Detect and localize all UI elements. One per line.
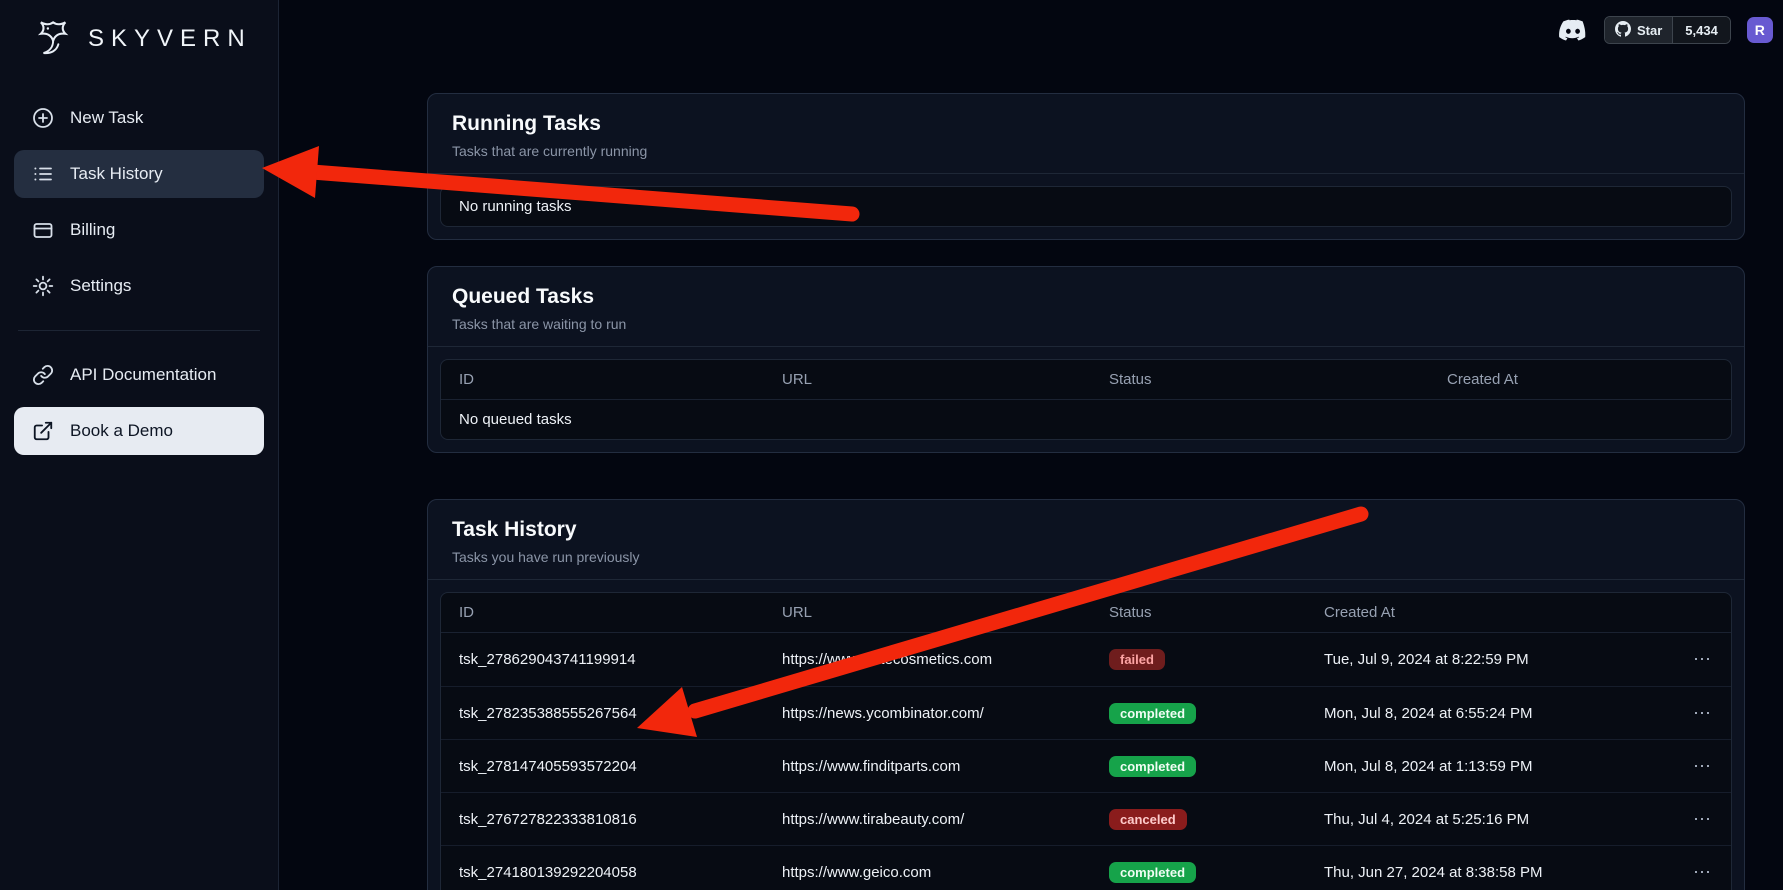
status-badge: completed: [1109, 862, 1196, 883]
running-tasks-header: Running Tasks Tasks that are currently r…: [428, 94, 1744, 174]
sidebar-item-label: Settings: [70, 276, 131, 296]
card-subtitle: Tasks that are waiting to run: [452, 316, 1720, 332]
logo-text: SKYVERN: [88, 25, 252, 53]
sidebar-item-api-documentation[interactable]: API Documentation: [14, 351, 264, 399]
task-id-cell: tsk_278629043741199914: [441, 651, 764, 668]
task-id-cell: tsk_278235388555267564: [441, 705, 764, 722]
github-star-button[interactable]: Star: [1605, 17, 1672, 43]
external-link-icon: [32, 420, 54, 442]
card-title: Queued Tasks: [452, 285, 1720, 309]
task-history-table: ID URL Status Created At tsk_27862904374…: [440, 592, 1732, 890]
avatar[interactable]: R: [1747, 17, 1773, 43]
task-created-cell: Thu, Jul 4, 2024 at 5:25:16 PM: [1306, 811, 1667, 828]
link-icon: [32, 364, 54, 386]
status-badge: completed: [1109, 703, 1196, 724]
column-header-created-at: Created At: [1429, 371, 1731, 388]
topbar: Star 5,434 R S: [1558, 16, 1783, 44]
skyvern-logo-icon: [32, 18, 76, 60]
table-header-row: ID URL Status Created At: [441, 360, 1731, 400]
empty-state: No queued tasks: [441, 400, 1731, 439]
sidebar-item-label: Billing: [70, 220, 115, 240]
task-history-card: Task History Tasks you have run previous…: [427, 499, 1745, 890]
row-menu-button[interactable]: ⋯: [1693, 650, 1713, 668]
credit-card-icon: [32, 219, 54, 241]
card-title: Running Tasks: [452, 112, 1720, 136]
sidebar-item-task-history[interactable]: Task History: [14, 150, 264, 198]
task-id-cell: tsk_278147405593572204: [441, 758, 764, 775]
table-row[interactable]: tsk_274180139292204058 https://www.geico…: [441, 845, 1731, 890]
card-title: Task History: [452, 518, 1720, 542]
card-subtitle: Tasks that are currently running: [452, 143, 1720, 159]
sidebar-secondary-nav: API Documentation Book a Demo: [14, 351, 264, 455]
task-created-cell: Mon, Jul 8, 2024 at 1:13:59 PM: [1306, 758, 1667, 775]
logo[interactable]: SKYVERN: [14, 14, 264, 64]
github-star-widget[interactable]: Star 5,434: [1604, 16, 1731, 44]
main-content: Running Tasks Tasks that are currently r…: [280, 0, 1783, 890]
task-url-cell: https://www.tartecosmetics.com: [764, 651, 1091, 668]
task-created-cell: Tue, Jul 9, 2024 at 8:22:59 PM: [1306, 651, 1667, 668]
sidebar: SKYVERN New Task Task History: [0, 0, 279, 890]
row-menu-button[interactable]: ⋯: [1693, 757, 1713, 775]
queued-tasks-table: ID URL Status Created At No queued tasks: [440, 359, 1732, 440]
column-header-url: URL: [764, 371, 1091, 388]
queued-tasks-card: Queued Tasks Tasks that are waiting to r…: [427, 266, 1745, 453]
table-row[interactable]: tsk_278235388555267564 https://news.ycom…: [441, 686, 1731, 739]
running-tasks-table: No running tasks: [440, 186, 1732, 227]
discord-icon[interactable]: [1558, 19, 1588, 41]
card-subtitle: Tasks you have run previously: [452, 549, 1720, 565]
row-menu-button[interactable]: ⋯: [1693, 810, 1713, 828]
task-url-cell: https://www.finditparts.com: [764, 758, 1091, 775]
row-menu-button[interactable]: ⋯: [1693, 863, 1713, 881]
column-header-url: URL: [764, 604, 1091, 621]
status-badge: canceled: [1109, 809, 1187, 830]
sidebar-item-label: API Documentation: [70, 365, 216, 385]
github-icon: [1615, 21, 1631, 40]
sidebar-item-label: Task History: [70, 164, 163, 184]
table-row[interactable]: tsk_278629043741199914 https://www.tarte…: [441, 633, 1731, 686]
gear-icon: [32, 275, 54, 297]
plus-circle-icon: [32, 107, 54, 129]
sidebar-item-label: New Task: [70, 108, 143, 128]
github-star-label: Star: [1637, 23, 1662, 38]
column-header-status: Status: [1091, 371, 1429, 388]
status-badge: failed: [1109, 649, 1165, 670]
empty-state: No running tasks: [441, 187, 1731, 226]
status-badge: completed: [1109, 756, 1196, 777]
sidebar-item-settings[interactable]: Settings: [14, 262, 264, 310]
list-icon: [32, 163, 54, 185]
sidebar-divider: [18, 330, 260, 331]
table-row[interactable]: tsk_278147405593572204 https://www.findi…: [441, 739, 1731, 792]
column-header-status: Status: [1091, 604, 1306, 621]
task-created-cell: Mon, Jul 8, 2024 at 6:55:24 PM: [1306, 705, 1667, 722]
row-menu-button[interactable]: ⋯: [1693, 704, 1713, 722]
task-url-cell: https://www.tirabeauty.com/: [764, 811, 1091, 828]
column-header-created-at: Created At: [1306, 604, 1667, 621]
task-history-header: Task History Tasks you have run previous…: [428, 500, 1744, 580]
column-header-id: ID: [441, 604, 764, 621]
github-star-count[interactable]: 5,434: [1672, 17, 1730, 43]
sidebar-item-label: Book a Demo: [70, 421, 173, 441]
sidebar-nav: New Task Task History Billing: [14, 94, 264, 310]
task-url-cell: https://www.geico.com: [764, 864, 1091, 881]
column-header-id: ID: [441, 371, 764, 388]
task-id-cell: tsk_276727822333810816: [441, 811, 764, 828]
sidebar-item-new-task[interactable]: New Task: [14, 94, 264, 142]
sidebar-item-book-a-demo[interactable]: Book a Demo: [14, 407, 264, 455]
task-created-cell: Thu, Jun 27, 2024 at 8:38:58 PM: [1306, 864, 1667, 881]
table-header-row: ID URL Status Created At: [441, 593, 1731, 633]
running-tasks-card: Running Tasks Tasks that are currently r…: [427, 93, 1745, 240]
table-row[interactable]: tsk_276727822333810816 https://www.tirab…: [441, 792, 1731, 845]
sidebar-item-billing[interactable]: Billing: [14, 206, 264, 254]
queued-tasks-header: Queued Tasks Tasks that are waiting to r…: [428, 267, 1744, 347]
task-id-cell: tsk_274180139292204058: [441, 864, 764, 881]
task-url-cell: https://news.ycombinator.com/: [764, 705, 1091, 722]
